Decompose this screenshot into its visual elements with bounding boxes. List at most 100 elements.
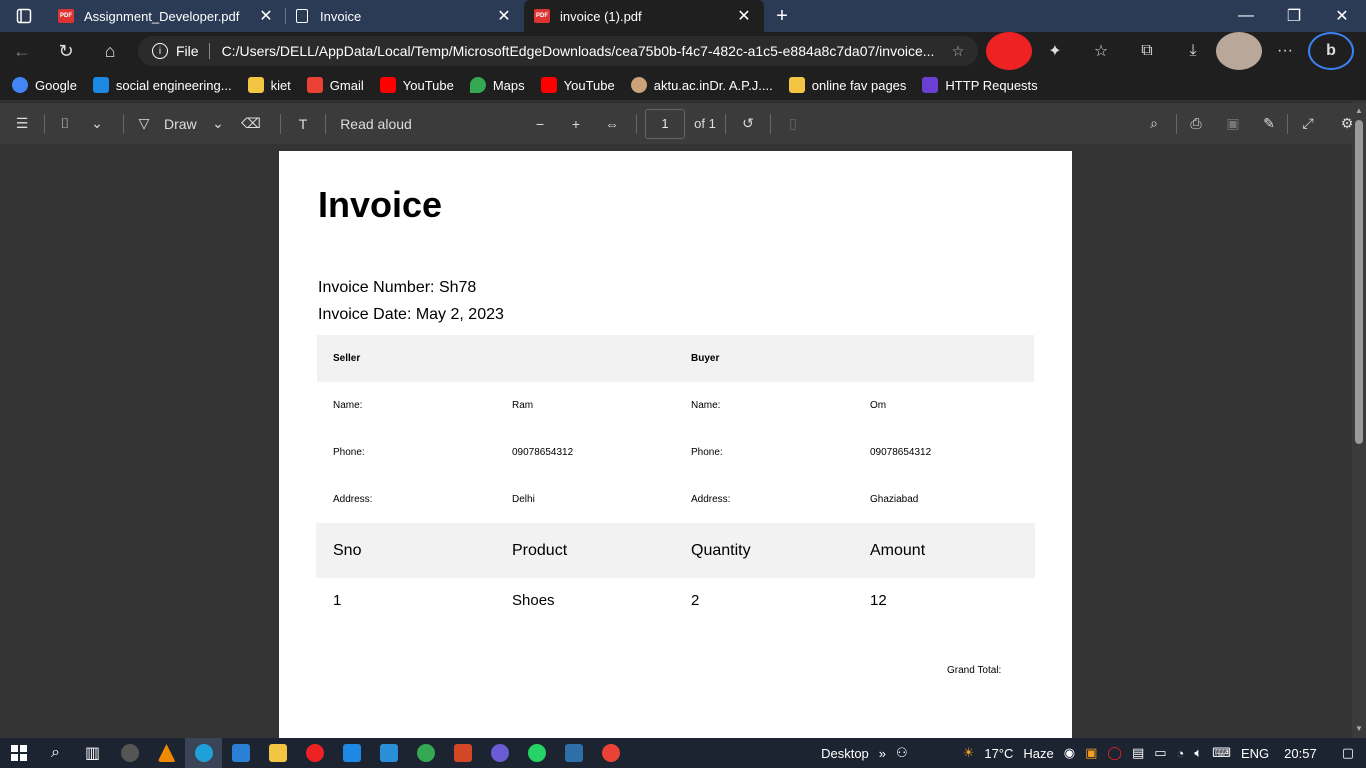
scrollbar-thumb[interactable] <box>1355 120 1363 444</box>
notifications-icon[interactable]: ▢ <box>1342 745 1354 761</box>
save-icon[interactable]: ▣ <box>1215 103 1251 145</box>
wifi-icon[interactable]: ◔ <box>1177 746 1185 761</box>
opera-icon[interactable] <box>296 738 333 768</box>
tab-assignment-pdf[interactable]: PDF Assignment_Developer.pdf ✕ <box>48 0 286 32</box>
tab-invoice[interactable]: Invoice ✕ <box>286 0 524 32</box>
chrome-icon[interactable] <box>407 738 444 768</box>
app-icon[interactable] <box>111 738 148 768</box>
save-as-icon[interactable]: ✎ <box>1251 103 1287 145</box>
desktop-toolbar[interactable]: Desktop <box>821 746 869 761</box>
favorite-aktu[interactable]: aktu.ac.inDr. A.P.J.... <box>630 77 773 93</box>
print-icon[interactable]: ⎙ <box>1177 103 1215 145</box>
tray-app-icon[interactable]: ▤ <box>1132 745 1144 761</box>
favorite-http-requests[interactable]: HTTP Requests <box>922 77 1038 93</box>
draw-icon[interactable]: ▽ <box>124 103 164 145</box>
search-icon[interactable]: ⌕ <box>1132 103 1176 145</box>
fit-to-width-icon[interactable]: ⇔ <box>594 103 630 145</box>
pdf-page: Invoice Invoice Number: Sh78 Invoice Dat… <box>279 151 1072 738</box>
fullscreen-icon[interactable]: ⤢ <box>1288 103 1328 145</box>
extensions-icon[interactable]: ✦ <box>1032 32 1078 70</box>
favorite-social-engineering[interactable]: social engineering... <box>92 77 232 93</box>
pdf-toolbar: ☰ ⌷ ⌄ ▽ Draw ⌄ ⌫ T Read aloud − + ⇔ 1 of… <box>0 102 1366 144</box>
language-indicator[interactable]: ENG <box>1241 746 1269 761</box>
chevron-icon[interactable]: » <box>879 746 886 761</box>
scroll-up-icon[interactable]: ▲ <box>1355 106 1363 115</box>
favorite-online-fav-pages[interactable]: online fav pages <box>788 77 906 93</box>
bing-icon[interactable]: b <box>1308 32 1354 70</box>
clock[interactable]: 20:57 <box>1284 746 1317 761</box>
task-view-icon[interactable]: ▥ <box>74 738 111 768</box>
edge-icon[interactable] <box>185 738 222 768</box>
refresh-icon[interactable]: ↻ <box>44 32 88 70</box>
read-aloud-button[interactable]: Read aloud <box>326 103 426 145</box>
opera-tray-icon[interactable]: ◯ <box>1107 745 1122 761</box>
address-bar[interactable]: i File C:/Users/DELL/AppData/Local/Temp/… <box>138 36 978 66</box>
eraser-icon[interactable]: ⌫ <box>236 103 266 145</box>
weather-icon[interactable]: ☀ <box>963 745 975 761</box>
media-player-icon[interactable] <box>481 738 518 768</box>
favorite-gmail[interactable]: Gmail <box>306 77 364 93</box>
adblock-icon[interactable] <box>986 32 1032 70</box>
favorite-google[interactable]: Google <box>12 77 77 93</box>
whatsapp-icon[interactable] <box>518 738 555 768</box>
store-icon[interactable] <box>333 738 370 768</box>
chevron-down-icon[interactable]: ⌄ <box>85 103 109 145</box>
mail-icon[interactable] <box>222 738 259 768</box>
vlc-icon[interactable] <box>148 738 185 768</box>
close-tab-icon[interactable]: ✕ <box>256 6 276 26</box>
collections-icon[interactable]: ⧉ <box>1124 32 1170 70</box>
highlight-icon[interactable]: ⌷ <box>45 103 85 145</box>
info-icon[interactable]: i <box>152 43 168 59</box>
battery-icon[interactable]: ▭ <box>1154 745 1166 761</box>
chevron-down-icon[interactable]: ⌄ <box>200 103 236 145</box>
temperature[interactable]: 17°C <box>984 746 1013 761</box>
close-tab-icon[interactable]: ✕ <box>734 6 754 26</box>
close-window-icon[interactable]: ✕ <box>1318 0 1366 32</box>
two-page-icon[interactable]: ▯ <box>771 103 815 145</box>
add-favorite-icon[interactable]: ☆ <box>938 43 978 60</box>
table-row: Name: Ram Name: Om <box>333 400 887 411</box>
search-icon[interactable]: ⌕ <box>37 738 74 768</box>
people-icon[interactable]: ⚇ <box>896 745 908 761</box>
page-number-input[interactable]: 1 <box>645 108 685 139</box>
scroll-down-icon[interactable]: ▼ <box>1355 724 1363 733</box>
grand-total-label: Grand Total: <box>947 665 1002 676</box>
weather-text[interactable]: Haze <box>1023 746 1053 761</box>
tab-invoice-1-pdf[interactable]: PDF invoice (1).pdf ✕ <box>524 0 764 32</box>
zoom-out-icon[interactable]: − <box>522 103 558 145</box>
app-icon[interactable] <box>555 738 592 768</box>
address-url[interactable]: C:/Users/DELL/AppData/Local/Temp/Microso… <box>222 43 938 59</box>
contents-icon[interactable]: ☰ <box>0 103 44 145</box>
windows-start-icon[interactable] <box>0 738 37 768</box>
powerpoint-icon[interactable] <box>444 738 481 768</box>
buyer-header: Buyer <box>691 353 720 364</box>
file-explorer-icon[interactable] <box>259 738 296 768</box>
draw-button[interactable]: Draw <box>164 103 200 145</box>
rotate-icon[interactable]: ↺ <box>726 103 770 145</box>
restore-icon[interactable]: ❐ <box>1270 0 1318 32</box>
text-box-icon[interactable]: T <box>281 103 325 145</box>
new-tab-button[interactable]: + <box>764 0 800 32</box>
zoom-in-icon[interactable]: + <box>558 103 594 145</box>
favorite-youtube-2[interactable]: YouTube <box>540 77 615 93</box>
favorite-maps[interactable]: Maps <box>469 77 525 93</box>
tab-actions-icon[interactable] <box>0 0 48 32</box>
favorite-kiet[interactable]: kiet <box>247 77 291 93</box>
close-tab-icon[interactable]: ✕ <box>494 6 514 26</box>
home-icon[interactable]: ⌂ <box>88 32 132 70</box>
volume-icon[interactable]: 🔈︎ <box>1194 745 1202 761</box>
tray-app-icon[interactable]: ◉ <box>1064 745 1075 761</box>
profile-avatar[interactable] <box>1216 32 1262 70</box>
keyboard-icon[interactable]: ⌨ <box>1212 745 1231 761</box>
tray-app-icon[interactable]: ▣ <box>1085 745 1097 761</box>
tab-label: Invoice <box>320 8 362 24</box>
downloads-icon[interactable]: ⤓ <box>1170 32 1216 70</box>
more-icon[interactable]: ··· <box>1262 32 1308 70</box>
back-icon[interactable]: ← <box>0 32 44 70</box>
favorites-icon[interactable]: ☆ <box>1078 32 1124 70</box>
vscode-icon[interactable] <box>370 738 407 768</box>
minimize-icon[interactable]: — <box>1222 0 1270 32</box>
scrollbar[interactable]: ▲ ▼ <box>1352 102 1366 738</box>
chrome-icon[interactable] <box>592 738 629 768</box>
favorite-youtube[interactable]: YouTube <box>379 77 454 93</box>
